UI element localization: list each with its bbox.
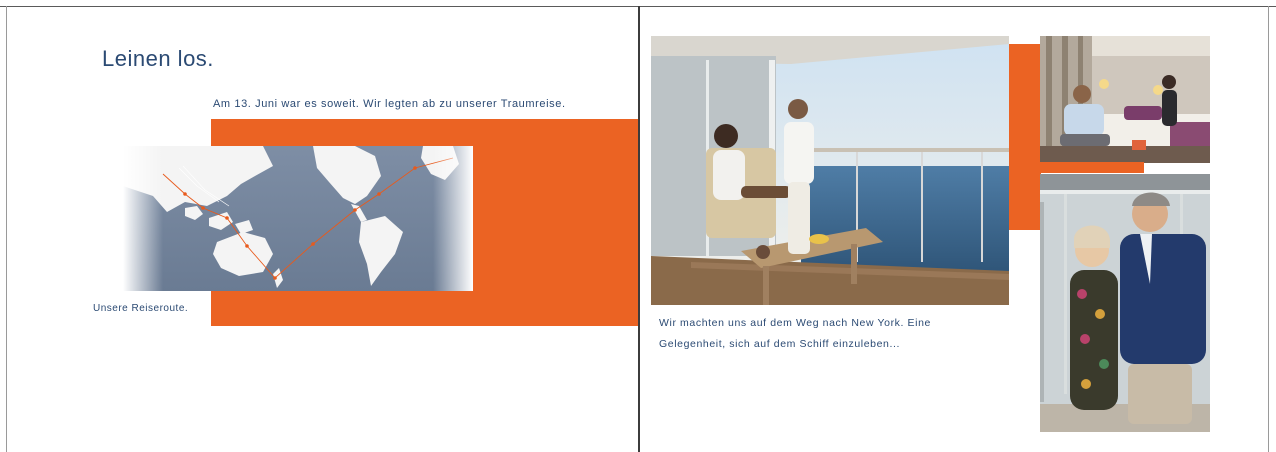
cabin-scene-graphic	[1040, 36, 1210, 163]
frame-left-line	[6, 6, 7, 452]
map-fade-left	[123, 146, 163, 291]
couple-scene-graphic	[1040, 174, 1210, 432]
cabin-photo	[1040, 36, 1210, 163]
map-fade-right	[433, 146, 473, 291]
frame-right-line	[1268, 6, 1269, 452]
caption-line-1: Wir machten uns auf dem Weg nach New Yor…	[659, 317, 931, 329]
orange-accent-bar	[1040, 162, 1144, 173]
map-caption: Unsere Reiseroute.	[93, 303, 189, 314]
page-title: Leinen los.	[102, 46, 214, 71]
balcony-scene-graphic	[651, 36, 1009, 305]
page-gutter	[638, 6, 640, 452]
balcony-photo	[651, 36, 1009, 305]
couple-photo	[1040, 174, 1210, 432]
intro-text: Am 13. Juni war es soweit. Wir legten ab…	[213, 98, 566, 110]
route-map-image	[123, 146, 473, 291]
photo-book-spread: Leinen los. Am 13. Juni war es soweit. W…	[0, 0, 1276, 452]
right-page-caption: Wir machten uns auf dem Weg nach New Yor…	[659, 313, 989, 355]
caption-line-2: Gelegenheit, sich auf dem Schiff einzule…	[659, 338, 901, 350]
world-map-graphic	[123, 146, 459, 288]
orange-accent-strip	[1009, 44, 1041, 230]
